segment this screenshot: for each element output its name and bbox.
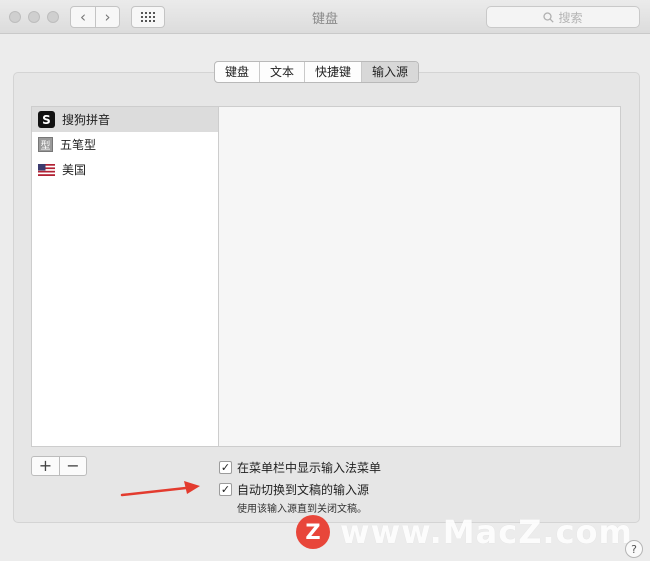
remove-input-source-button[interactable]: − (59, 457, 86, 475)
annotation-arrow-icon (120, 481, 200, 497)
input-source-list[interactable]: S 搜狗拼音 型 五笔型 美国 (31, 106, 219, 447)
tab-keyboard[interactable]: 键盘 (215, 62, 259, 82)
search-icon (543, 11, 555, 23)
tab-bar: 键盘 文本 快捷键 输入源 (214, 61, 420, 83)
sogou-icon: S (38, 111, 55, 128)
tab-input-sources[interactable]: 输入源 (361, 62, 419, 82)
list-controls: + − (31, 456, 87, 476)
us-flag-icon (38, 163, 55, 176)
auto-switch-option[interactable]: ✓ 自动切换到文稿的输入源 (219, 481, 369, 498)
macz-logo: Z (296, 515, 330, 549)
watermark-text: www.MacZ.com (340, 513, 633, 551)
list-item-label: 美国 (62, 163, 87, 177)
tab-shortcuts[interactable]: 快捷键 (304, 62, 361, 82)
input-source-detail (219, 106, 621, 447)
list-item-label: 五笔型 (60, 138, 97, 152)
wubi-icon: 型 (38, 137, 53, 152)
watermark: Z www.MacZ.com (296, 513, 633, 551)
auto-switch-checkbox[interactable]: ✓ (219, 483, 232, 496)
show-input-menu-label: 在菜单栏中显示输入法菜单 (237, 461, 382, 475)
show-input-menu-checkbox[interactable]: ✓ (219, 461, 232, 474)
auto-switch-label: 自动切换到文稿的输入源 (237, 483, 370, 497)
add-input-source-button[interactable]: + (32, 457, 59, 475)
tab-text[interactable]: 文本 (259, 62, 304, 82)
list-item-us[interactable]: 美国 (32, 157, 218, 182)
help-button[interactable]: ? (625, 540, 643, 558)
search-field[interactable]: 搜索 (486, 6, 640, 28)
list-item-sogou-pinyin[interactable]: S 搜狗拼音 (32, 107, 218, 132)
title-bar: ‹ › 键盘 搜索 (0, 0, 650, 34)
show-input-menu-option[interactable]: ✓ 在菜单栏中显示输入法菜单 (219, 459, 381, 476)
list-item-wubi[interactable]: 型 五笔型 (32, 132, 218, 157)
search-placeholder: 搜索 (558, 10, 583, 25)
list-item-label: 搜狗拼音 (62, 113, 111, 127)
